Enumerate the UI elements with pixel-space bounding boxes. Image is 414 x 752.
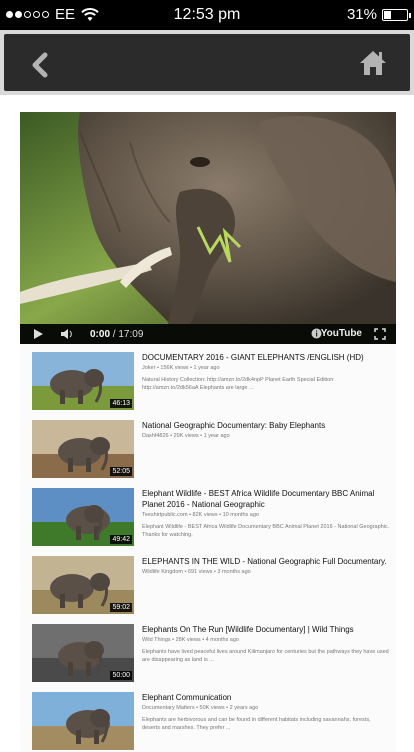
battery-percent: 31% <box>346 6 377 23</box>
video-title[interactable]: DOCUMENTARY 2016 - GIANT ELEPHANTS /ENGL… <box>142 352 390 363</box>
video-info: Elephant Communication Documentary Matte… <box>142 692 390 732</box>
video-list-item[interactable]: 46:13 DOCUMENTARY 2016 - GIANT ELEPHANTS… <box>20 344 396 412</box>
player-controls: 0:00 / 17:09 YouTube <box>20 324 396 344</box>
video-meta: Documentary Matters • 50K views • 2 year… <box>142 705 259 711</box>
video-meta: Teeshirtpublic.com • 82K views • 10 mont… <box>142 512 259 518</box>
home-icon <box>360 51 386 75</box>
video-list-item[interactable]: 52:05 National Geographic Documentary: B… <box>20 412 396 480</box>
fullscreen-icon[interactable] <box>374 328 386 340</box>
main-content: 0:00 / 17:09 YouTube 46:13 DOCUMENTARY 2… <box>20 112 396 752</box>
video-duration: 50:00 <box>110 671 132 680</box>
back-icon <box>32 52 48 78</box>
video-list-item[interactable]: 59:02 ELEPHANTS IN THE WILD - National G… <box>20 548 396 616</box>
related-videos-list: 46:13 DOCUMENTARY 2016 - GIANT ELEPHANTS… <box>20 344 396 752</box>
video-info: Elephants On The Run [Wildlife Documenta… <box>142 624 390 664</box>
current-time: 0:00 <box>90 328 111 340</box>
play-icon[interactable] <box>32 328 44 340</box>
timecode: 0:00 / 17:09 <box>90 329 143 340</box>
video-info: National Geographic Documentary: Baby El… <box>142 420 390 439</box>
video-duration: 49:42 <box>110 535 132 544</box>
status-bar: EE 12:53 pm 31% <box>0 0 414 30</box>
video-meta: Joker • 156K views • 1 year ago <box>142 365 220 371</box>
total-duration: 17:09 <box>118 328 144 340</box>
elephant-video-frame <box>20 112 396 324</box>
video-meta: Wild Things • 28K views • 4 months ago <box>142 637 239 643</box>
video-description: Elephants have lived peaceful lives arou… <box>142 649 389 663</box>
video-title[interactable]: National Geographic Documentary: Baby El… <box>142 420 390 431</box>
video-thumbnail[interactable]: 59:02 <box>32 556 134 614</box>
video-duration: 52:05 <box>110 467 132 476</box>
home-button[interactable] <box>358 48 388 78</box>
navigation-panel <box>4 34 410 91</box>
video-description: Natural History Collection: http://amzn.… <box>142 377 335 391</box>
video-title[interactable]: Elephants On The Run [Wildlife Documenta… <box>142 624 390 635</box>
video-info: ELEPHANTS IN THE WILD - National Geograp… <box>142 556 390 575</box>
video-meta: Dashf4826 • 29K views • 1 year ago <box>142 433 230 439</box>
video-meta: Wildlife Kingdom • 691 views • 3 months … <box>142 569 251 575</box>
navigation-bar <box>0 30 414 95</box>
video-list-item[interactable]: 50:00 Elephants On The Run [Wildlife Doc… <box>20 616 396 684</box>
status-right: 31% <box>346 6 411 23</box>
battery-icon <box>382 8 411 21</box>
video-duration: 59:02 <box>110 603 132 612</box>
youtube-logo[interactable]: YouTube <box>321 328 362 339</box>
video-list-item[interactable]: Elephant Communication Documentary Matte… <box>20 684 396 752</box>
back-button[interactable] <box>26 50 56 80</box>
video-duration: 46:13 <box>110 399 132 408</box>
video-thumbnail[interactable]: 46:13 <box>32 352 134 410</box>
video-list-item[interactable]: 49:42 Elephant Wildlife - BEST Africa Wi… <box>20 480 396 548</box>
volume-icon[interactable] <box>60 328 74 340</box>
video-description: Elephants are herbivorous and can be fou… <box>142 717 371 731</box>
video-thumbnail[interactable] <box>32 692 134 750</box>
thumbnail-image <box>32 692 134 750</box>
video-info: Elephant Wildlife - BEST Africa Wildlife… <box>142 488 390 539</box>
video-title[interactable]: Elephant Wildlife - BEST Africa Wildlife… <box>142 488 390 510</box>
video-description: Elephant Wildlife - BEST Africa Wildlife… <box>142 524 390 538</box>
video-thumbnail[interactable]: 52:05 <box>32 420 134 478</box>
video-thumbnail[interactable]: 50:00 <box>32 624 134 682</box>
video-title[interactable]: Elephant Communication <box>142 692 390 703</box>
video-player[interactable]: 0:00 / 17:09 YouTube <box>20 112 396 344</box>
video-info: DOCUMENTARY 2016 - GIANT ELEPHANTS /ENGL… <box>142 352 390 392</box>
video-title[interactable]: ELEPHANTS IN THE WILD - National Geograp… <box>142 556 390 567</box>
video-thumbnail[interactable]: 49:42 <box>32 488 134 546</box>
